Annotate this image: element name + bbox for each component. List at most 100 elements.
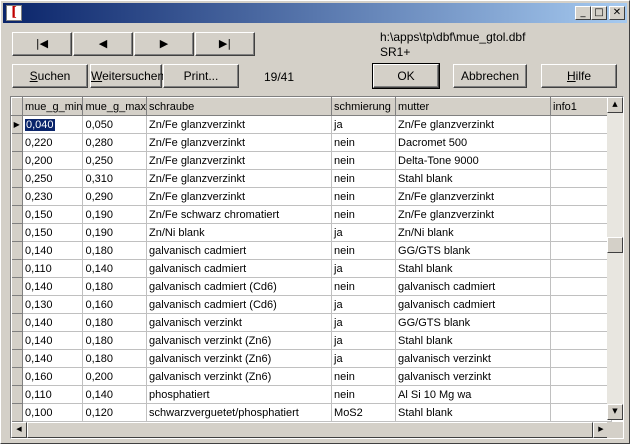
table-cell-mue-g-max[interactable]: 0,160 xyxy=(82,295,148,314)
table-cell-mue-g-max[interactable]: 0,250 xyxy=(82,151,148,170)
row-indicator[interactable] xyxy=(11,313,23,332)
table-cell-mutter[interactable]: GG/GTS blank xyxy=(395,241,552,260)
table-cell-info1[interactable] xyxy=(550,187,613,206)
prev-record-button[interactable]: ◀ xyxy=(73,32,133,56)
table-cell-mutter[interactable]: Stahl blank xyxy=(395,169,552,188)
table-row[interactable]: 0,140 0,180 galvanisch verzinkt (Zn6) ja Sta… xyxy=(11,331,613,350)
row-indicator[interactable] xyxy=(11,169,23,188)
table-row[interactable]: 0,230 0,290 Zn/Fe glanzverzinkt nein Zn/Fe g… xyxy=(11,187,613,206)
table-cell-mue-g-max[interactable]: 0,120 xyxy=(82,403,148,422)
table-cell-mue-g-max[interactable]: 0,310 xyxy=(82,169,148,188)
table-row[interactable]: 0,200 0,250 Zn/Fe glanzverzinkt nein Delta-T… xyxy=(11,151,613,170)
table-cell-schmierung[interactable]: nein xyxy=(331,187,397,206)
table-cell-schmierung[interactable]: ja xyxy=(331,331,397,350)
last-record-button[interactable]: ▶| xyxy=(195,32,255,56)
table-cell-mue-g-min[interactable]: 0,150 xyxy=(22,223,84,242)
table-row[interactable]: 0,110 0,140 galvanisch cadmiert ja Stahl bla… xyxy=(11,259,613,278)
table-cell-mutter[interactable]: galvanisch cadmiert xyxy=(395,277,552,296)
data-grid[interactable]: mue_g_min mue_g_max schraube schmierung mutt… xyxy=(10,96,624,439)
table-cell-mue-g-max[interactable]: 0,180 xyxy=(82,241,148,260)
table-cell-mue-g-max[interactable]: 0,140 xyxy=(82,259,148,278)
table-cell-mue-g-min[interactable]: 0,140 xyxy=(22,349,84,368)
table-cell-schraube[interactable]: galvanisch cadmiert xyxy=(146,241,333,260)
table-cell-info1[interactable] xyxy=(550,115,613,134)
table-cell-mutter[interactable]: Al Si 10 Mg wa xyxy=(395,385,552,404)
table-cell-mutter[interactable]: Stahl blank xyxy=(395,331,552,350)
table-cell-schmierung[interactable]: ja xyxy=(331,295,397,314)
table-cell-mue-g-min[interactable]: 0,220 xyxy=(22,133,84,152)
row-indicator[interactable] xyxy=(11,331,23,350)
close-button[interactable]: ✕ xyxy=(609,6,625,20)
table-cell-mutter[interactable]: Zn/Fe glanzverzinkt xyxy=(395,115,552,134)
table-cell-mutter[interactable]: Stahl blank xyxy=(395,259,552,278)
table-cell-schmierung[interactable]: nein xyxy=(331,151,397,170)
table-cell-schraube[interactable]: galvanisch verzinkt (Zn6) xyxy=(146,331,333,350)
table-row[interactable]: 0,130 0,160 galvanisch cadmiert (Cd6) ja gal… xyxy=(11,295,613,314)
table-cell-info1[interactable] xyxy=(550,133,613,152)
vertical-scrollbar[interactable]: ▲ ▼ xyxy=(607,97,623,420)
row-indicator[interactable]: ▶ xyxy=(11,115,23,134)
table-cell-schraube[interactable]: galvanisch cadmiert (Cd6) xyxy=(146,277,333,296)
table-cell-mue-g-max[interactable]: 0,190 xyxy=(82,223,148,242)
table-cell-schmierung[interactable]: nein xyxy=(331,169,397,188)
table-cell-mutter[interactable]: Zn/Fe glanzverzinkt xyxy=(395,187,552,206)
horizontal-scroll-thumb[interactable] xyxy=(27,422,593,438)
table-cell-schmierung[interactable]: ja xyxy=(331,223,397,242)
column-header-schraube[interactable]: schraube xyxy=(146,97,333,116)
table-cell-info1[interactable] xyxy=(550,331,613,350)
table-cell-schmierung[interactable]: nein xyxy=(331,277,397,296)
row-indicator[interactable] xyxy=(11,259,23,278)
scroll-left-button[interactable]: ◀ xyxy=(11,422,27,438)
row-indicator[interactable] xyxy=(11,133,23,152)
table-row[interactable]: 0,140 0,180 galvanisch cadmiert nein GG/GTS … xyxy=(11,241,613,260)
print-button[interactable]: Print... xyxy=(163,64,239,88)
row-indicator[interactable] xyxy=(11,187,23,206)
table-cell-info1[interactable] xyxy=(550,277,613,296)
minimize-button[interactable]: _ xyxy=(575,6,591,20)
table-cell-mue-g-min[interactable]: 0,100 xyxy=(22,403,84,422)
table-cell-mue-g-min[interactable]: 0,140 xyxy=(22,241,84,260)
title-bar[interactable]: [ _ □ ✕ xyxy=(3,3,627,23)
table-cell-info1[interactable] xyxy=(550,349,613,368)
table-cell-schmierung[interactable]: nein xyxy=(331,241,397,260)
table-cell-schraube[interactable]: galvanisch verzinkt xyxy=(146,313,333,332)
scroll-down-button[interactable]: ▼ xyxy=(607,404,623,420)
table-cell-schraube[interactable]: galvanisch verzinkt (Zn6) xyxy=(146,349,333,368)
horizontal-scrollbar[interactable]: ◀ ▶ xyxy=(11,422,609,438)
table-cell-schraube[interactable]: Zn/Fe glanzverzinkt xyxy=(146,187,333,206)
table-cell-mue-g-min[interactable]: 0,160 xyxy=(22,367,84,386)
row-indicator[interactable] xyxy=(11,295,23,314)
scroll-up-button[interactable]: ▲ xyxy=(607,97,623,113)
table-cell-mutter[interactable]: Dacromet 500 xyxy=(395,133,552,152)
vertical-scroll-thumb[interactable] xyxy=(607,237,623,253)
table-cell-schmierung[interactable]: ja xyxy=(331,115,397,134)
table-cell-mue-g-min[interactable]: 0,040 xyxy=(22,115,84,134)
table-row[interactable]: ▶ 0,040 0,050 Zn/Fe glanzverzinkt ja Zn/Fe gl… xyxy=(11,115,613,134)
table-row[interactable]: 0,140 0,180 galvanisch verzinkt ja GG/GTS bl… xyxy=(11,313,613,332)
table-cell-mue-g-min[interactable]: 0,250 xyxy=(22,169,84,188)
table-cell-info1[interactable] xyxy=(550,385,613,404)
table-cell-mutter[interactable]: Zn/Fe glanzverzinkt xyxy=(395,205,552,224)
table-row[interactable]: 0,160 0,200 galvanisch verzinkt (Zn6) nein g… xyxy=(11,367,613,386)
table-cell-schmierung[interactable]: ja xyxy=(331,313,397,332)
table-cell-info1[interactable] xyxy=(550,313,613,332)
table-row[interactable]: 0,110 0,140 phosphatiert nein Al Si 10 Mg wa xyxy=(11,385,613,404)
table-cell-schraube[interactable]: Zn/Fe glanzverzinkt xyxy=(146,133,333,152)
row-indicator[interactable] xyxy=(11,277,23,296)
table-cell-mutter[interactable]: galvanisch verzinkt xyxy=(395,367,552,386)
table-cell-schraube[interactable]: Zn/Ni blank xyxy=(146,223,333,242)
help-button[interactable]: Hilfe xyxy=(541,64,617,88)
table-cell-mue-g-min[interactable]: 0,200 xyxy=(22,151,84,170)
table-cell-schmierung[interactable]: nein xyxy=(331,367,397,386)
table-cell-mutter[interactable]: galvanisch verzinkt xyxy=(395,349,552,368)
row-indicator[interactable] xyxy=(11,349,23,368)
table-cell-mutter[interactable]: Delta-Tone 9000 xyxy=(395,151,552,170)
table-cell-info1[interactable] xyxy=(550,223,613,242)
table-cell-schraube[interactable]: phosphatiert xyxy=(146,385,333,404)
table-cell-info1[interactable] xyxy=(550,403,613,422)
column-header-mutter[interactable]: mutter xyxy=(395,97,552,116)
table-cell-mue-g-min[interactable]: 0,140 xyxy=(22,331,84,350)
table-cell-mue-g-min[interactable]: 0,110 xyxy=(22,259,84,278)
table-cell-mue-g-max[interactable]: 0,200 xyxy=(82,367,148,386)
table-cell-info1[interactable] xyxy=(550,241,613,260)
